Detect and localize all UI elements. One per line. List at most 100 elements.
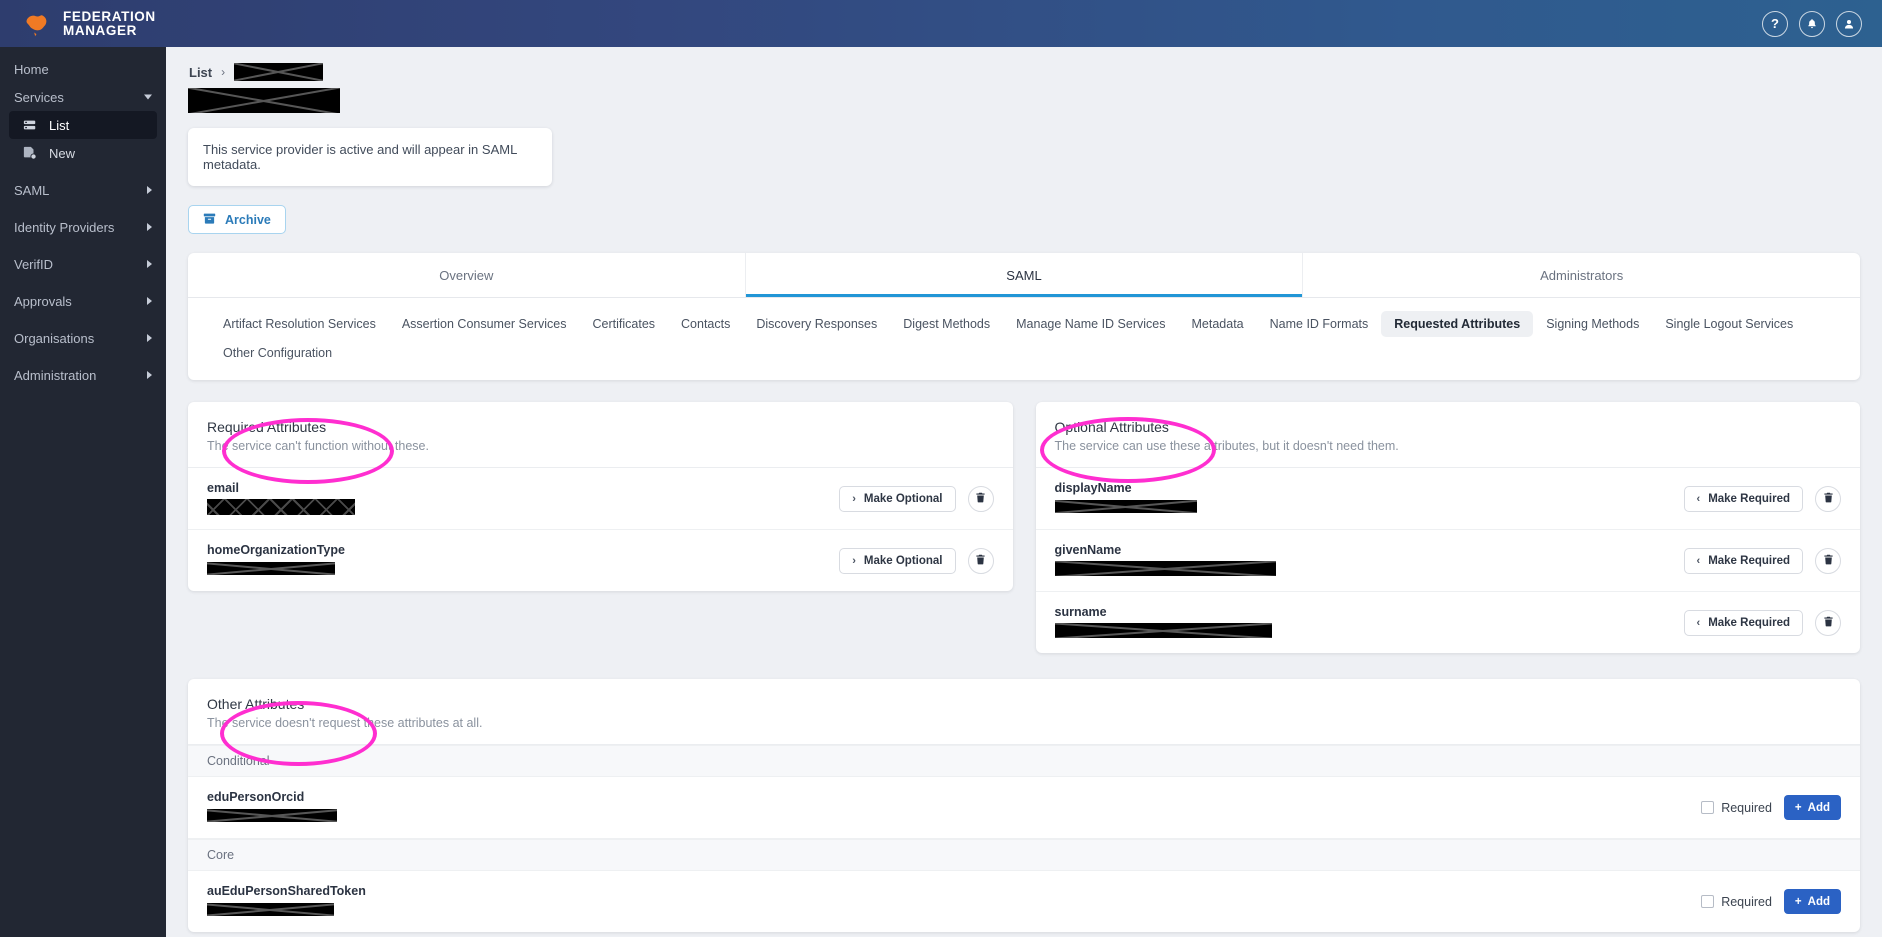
add-button-label: Add: [1807, 895, 1830, 908]
chevron-down-icon: [144, 94, 152, 100]
subnav-item-requested-attributes[interactable]: Requested Attributes: [1381, 311, 1534, 337]
table-row: email › Make Optional: [188, 468, 1013, 530]
sidebar-item-organisations[interactable]: Organisations: [0, 324, 166, 352]
make-optional-button[interactable]: › Make Optional: [839, 547, 956, 574]
plus-icon: +: [1794, 895, 1802, 908]
sidebar-item-verifid[interactable]: VerifID: [0, 250, 166, 278]
subnav-item-manage-name-id-services[interactable]: Manage Name ID Services: [1003, 311, 1178, 337]
attribute-group-header-core: Core: [188, 839, 1860, 871]
subnav-label: Artifact Resolution Services: [223, 317, 376, 331]
required-attributes-subtitle: The service can't function without these…: [207, 439, 429, 453]
delete-attribute-button[interactable]: [1815, 547, 1841, 574]
subnav-item-name-id-formats[interactable]: Name ID Formats: [1257, 311, 1382, 337]
list-icon: [23, 118, 37, 132]
subnav-item-signing-methods[interactable]: Signing Methods: [1533, 311, 1652, 337]
sidebar-item-home[interactable]: Home: [0, 55, 166, 83]
sidebar-item-approvals[interactable]: Approvals: [0, 287, 166, 315]
required-checkbox[interactable]: Required: [1701, 801, 1772, 815]
add-button-label: Add: [1807, 801, 1830, 814]
breadcrumb-current-redacted: [234, 63, 324, 81]
make-required-button[interactable]: ‹ Make Required: [1683, 485, 1803, 512]
subnav-item-metadata[interactable]: Metadata: [1179, 311, 1257, 337]
checkbox-box-icon[interactable]: [1701, 895, 1715, 908]
tab-bar: Overview SAML Administrators: [188, 253, 1860, 298]
sidebar-item-services-list[interactable]: List: [9, 111, 157, 139]
sidebar-item-label: Organisations: [14, 330, 95, 346]
sidebar-item-administration[interactable]: Administration: [0, 361, 166, 389]
add-attribute-button[interactable]: + Add: [1783, 795, 1841, 820]
sidebar-item-identity-providers[interactable]: Identity Providers: [0, 213, 166, 241]
make-required-button[interactable]: ‹ Make Required: [1683, 547, 1803, 574]
add-attribute-button[interactable]: + Add: [1783, 889, 1841, 914]
brand[interactable]: FEDERATION MANAGER: [0, 9, 156, 39]
subnav-item-assertion-consumer-services[interactable]: Assertion Consumer Services: [389, 311, 580, 337]
subnav-label: Digest Methods: [903, 317, 991, 331]
page-title-redaction: [188, 88, 340, 113]
attribute-actions: Required + Add: [1701, 795, 1841, 820]
help-icon[interactable]: ?: [1762, 10, 1788, 37]
tab-administrators[interactable]: Administrators: [1303, 253, 1860, 297]
sidebar-item-label: Identity Providers: [14, 219, 115, 235]
subnav-item-discovery-responses[interactable]: Discovery Responses: [743, 311, 890, 337]
sidebar-item-services-new[interactable]: New: [9, 139, 157, 167]
status-notice: This service provider is active and will…: [188, 128, 552, 186]
subnav-label: Single Logout Services: [1665, 317, 1794, 331]
chevron-right-icon: ›: [852, 554, 856, 567]
subnav-item-other-configuration[interactable]: Other Configuration: [210, 340, 1838, 366]
status-notice-text: This service provider is active and will…: [203, 142, 517, 172]
attribute-name: email: [207, 481, 239, 495]
table-row: displayName ‹ Make Required: [1035, 468, 1860, 530]
new-document-icon: [23, 146, 37, 160]
delete-attribute-button[interactable]: [967, 547, 994, 574]
attribute-value-redacted: [207, 903, 334, 917]
archive-button[interactable]: Archive: [188, 205, 286, 234]
attribute-info: eduPersonOrcid: [207, 790, 1701, 825]
subnav-label: Discovery Responses: [756, 317, 878, 331]
subnav-item-artifact-resolution-services[interactable]: Artifact Resolution Services: [210, 311, 389, 337]
attribute-value-redacted: [207, 809, 337, 823]
sidebar-item-saml[interactable]: SAML: [0, 176, 166, 204]
breadcrumb: List ›: [189, 63, 1882, 81]
tab-label: Overview: [439, 268, 494, 283]
group-label: Conditional: [207, 754, 270, 768]
sidebar-item-label: New: [49, 145, 76, 161]
trash-icon: [1823, 553, 1834, 568]
make-required-button[interactable]: ‹ Make Required: [1683, 609, 1803, 636]
required-attributes-header: Required Attributes The service can't fu…: [188, 402, 1013, 468]
make-required-label: Make Required: [1708, 554, 1790, 567]
attribute-name: auEduPersonSharedToken: [207, 884, 366, 898]
attribute-info: homeOrganizationType: [207, 543, 839, 578]
breadcrumb-link-list[interactable]: List: [189, 65, 212, 80]
subnav-item-digest-methods[interactable]: Digest Methods: [890, 311, 1003, 337]
checkbox-box-icon[interactable]: [1701, 801, 1715, 814]
required-checkbox[interactable]: Required: [1701, 895, 1772, 909]
top-bar-icons: ?: [1762, 10, 1882, 37]
attribute-info: givenName: [1054, 543, 1684, 578]
delete-attribute-button[interactable]: [1815, 609, 1841, 636]
make-optional-label: Make Optional: [863, 554, 943, 567]
required-checkbox-label: Required: [1721, 800, 1772, 815]
notification-bell-icon[interactable]: [1799, 10, 1825, 37]
attribute-info: displayName: [1054, 481, 1684, 516]
subnav-item-contacts[interactable]: Contacts: [668, 311, 743, 337]
attribute-value-redacted: [1054, 561, 1276, 577]
delete-attribute-button[interactable]: [967, 485, 994, 512]
saml-panel: Overview SAML Administrators Artifact Re…: [188, 253, 1860, 380]
required-checkbox-label: Required: [1721, 894, 1772, 909]
sidebar-item-label: List: [49, 117, 70, 133]
tab-saml[interactable]: SAML: [746, 253, 1304, 297]
sidebar-item-services[interactable]: Services: [0, 83, 166, 111]
user-avatar-icon[interactable]: [1836, 10, 1862, 37]
delete-attribute-button[interactable]: [1815, 485, 1841, 512]
tab-label: SAML: [1006, 268, 1042, 283]
make-optional-button[interactable]: › Make Optional: [839, 485, 956, 512]
subnav-label: Metadata: [1191, 317, 1244, 331]
subnav-label: Signing Methods: [1546, 317, 1640, 331]
tab-overview[interactable]: Overview: [188, 253, 746, 297]
subnav-item-certificates[interactable]: Certificates: [580, 311, 669, 337]
chevron-right-icon: ›: [852, 492, 856, 505]
subnav-item-single-logout-services[interactable]: Single Logout Services: [1652, 311, 1806, 337]
table-row: homeOrganizationType › Make Optional: [188, 530, 1013, 591]
chevron-right-icon: [147, 223, 152, 231]
chevron-right-icon: [147, 371, 152, 379]
